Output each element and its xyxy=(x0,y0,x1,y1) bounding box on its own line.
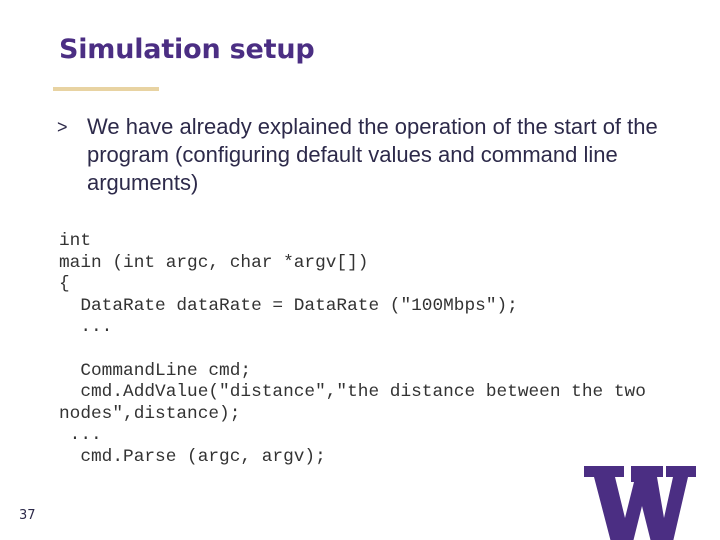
slide-number: 37 xyxy=(19,508,36,523)
university-w-logo-icon xyxy=(584,466,696,540)
code-line: cmd.AddValue("distance","the distance be… xyxy=(59,382,646,403)
slide: Simulation setup > We have already expla… xyxy=(0,0,720,540)
code-block: int main (int argc, char *argv[]){ DataRa… xyxy=(59,231,646,469)
code-line: nodes",distance); xyxy=(59,403,241,424)
bullet-point: > We have already explained the operatio… xyxy=(57,113,677,197)
slide-title: Simulation setup xyxy=(59,34,315,65)
code-line: cmd.Parse (argc, argv); xyxy=(59,446,326,467)
code-line: ... xyxy=(59,425,102,446)
title-underline-divider xyxy=(53,87,159,91)
bullet-marker-icon: > xyxy=(57,117,68,137)
code-line: ... xyxy=(59,317,113,338)
w-logo-shape xyxy=(584,466,696,540)
code-line: main (int argc, char *argv[]) xyxy=(59,252,369,273)
code-line: CommandLine cmd; xyxy=(59,360,252,381)
code-line: DataRate dataRate = DataRate ("100Mbps")… xyxy=(59,295,518,316)
code-line: { xyxy=(59,274,70,295)
bullet-text: We have already explained the operation … xyxy=(87,114,658,195)
code-line: int xyxy=(59,231,92,251)
